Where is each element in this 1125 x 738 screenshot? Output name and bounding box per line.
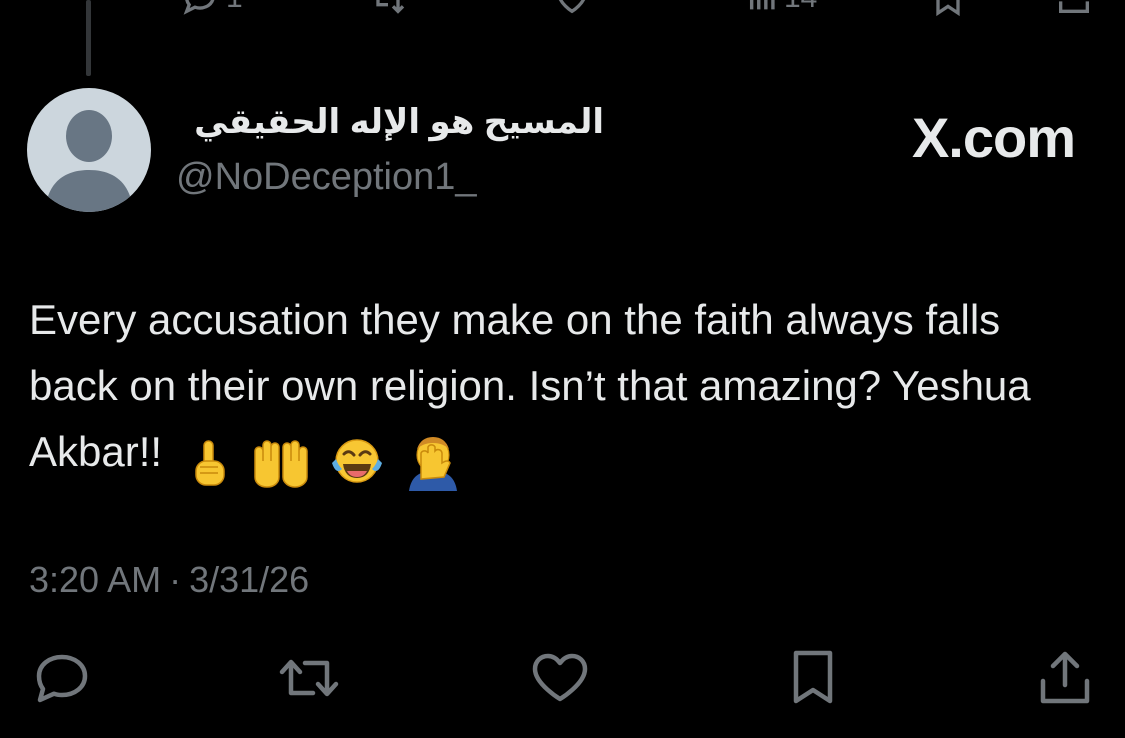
retweet-icon xyxy=(279,659,339,697)
face-with-tears-of-joy-emoji-icon xyxy=(332,439,383,483)
like-button[interactable] xyxy=(528,646,592,710)
index-pointing-up-emoji-icon xyxy=(194,440,225,486)
man-facepalming-emoji-icon xyxy=(408,436,457,491)
user-handle[interactable]: @NoDeception1_ xyxy=(176,154,477,200)
x-com-watermark: X.com xyxy=(911,106,1076,169)
tweet-time: 3:20 AM xyxy=(29,559,162,600)
bookmark-button[interactable] xyxy=(781,646,845,710)
display-name[interactable]: المسيح هو الإله الحقيقي xyxy=(174,98,604,146)
reply-button[interactable] xyxy=(30,646,94,710)
timestamp-separator: · xyxy=(169,559,182,600)
bookmark-icon xyxy=(793,650,833,704)
prev-views-action[interactable]: 14 xyxy=(746,0,817,18)
tweet-timestamp[interactable]: 3:20 AM · 3/31/26 xyxy=(29,556,309,604)
tweet-action-bar xyxy=(0,646,1125,710)
prev-view-count: 14 xyxy=(784,0,817,16)
emoji-group xyxy=(186,427,469,493)
default-avatar-icon xyxy=(45,110,133,212)
share-icon xyxy=(1059,1,1089,13)
avatar[interactable] xyxy=(27,88,151,212)
share-icon xyxy=(1040,651,1090,704)
prev-retweet-action[interactable] xyxy=(366,0,410,18)
prev-share-action[interactable] xyxy=(1054,0,1094,18)
prev-bookmark-action[interactable] xyxy=(928,0,968,18)
tweet-text: Every accusation they make on the faith … xyxy=(29,287,1089,493)
share-button[interactable] xyxy=(1033,646,1097,710)
views-icon xyxy=(749,0,775,10)
reply-icon xyxy=(36,654,88,703)
bookmark-icon xyxy=(936,0,960,17)
retweet-icon xyxy=(376,0,405,14)
retweet-button[interactable] xyxy=(277,646,341,710)
tweet-date: 3/31/26 xyxy=(189,559,310,600)
reply-icon xyxy=(183,0,215,15)
prev-reply-action[interactable]: 1 xyxy=(178,0,243,18)
heart-icon xyxy=(558,0,586,14)
heart-icon xyxy=(532,653,588,702)
prev-like-action[interactable] xyxy=(550,0,594,18)
thread-connector-line xyxy=(86,0,91,76)
prev-reply-count: 1 xyxy=(226,0,243,16)
raising-hands-emoji-icon xyxy=(254,440,309,488)
tweet-body: Every accusation they make on the faith … xyxy=(29,296,1031,475)
previous-tweet-action-bar: 1 14 xyxy=(0,0,1125,18)
